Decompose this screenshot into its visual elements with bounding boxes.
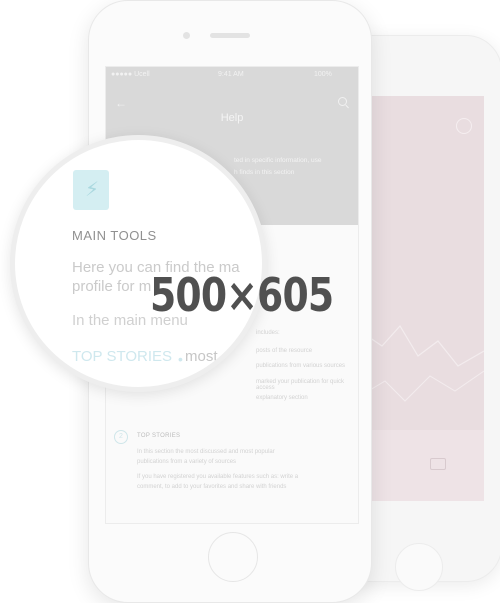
- carrier-label: ●●●●● Ucell: [111, 71, 150, 78]
- main-tools-title: MAIN TOOLS: [72, 228, 157, 243]
- arrow-left-icon[interactable]: ←: [115, 96, 127, 110]
- top-stories-label: TOP STORIES: [72, 348, 173, 365]
- section-line: comment, to add to your favorites and sh…: [137, 484, 287, 490]
- list-line: explanatory section: [256, 395, 308, 401]
- bolt-icon: ⚡: [85, 179, 100, 201]
- search-icon[interactable]: [338, 97, 347, 106]
- page-title: Help: [220, 112, 244, 124]
- step-circle-edge: [15, 168, 29, 194]
- step-number: 2: [114, 430, 128, 444]
- section-line: In this section the most discussed and m…: [137, 449, 275, 455]
- home-button[interactable]: [208, 532, 258, 582]
- section-line: publications from a variety of sources: [137, 459, 237, 465]
- section-line: If you have registered you available fea…: [137, 474, 299, 480]
- back-phone-home-button: [395, 543, 443, 591]
- front-camera: [183, 32, 190, 39]
- phone-speaker: [210, 33, 250, 38]
- back-phone-tabbar: [360, 430, 484, 501]
- most-label: most: [185, 348, 218, 365]
- list-line: marked your publication for quick access: [256, 379, 345, 391]
- gear-icon: [456, 118, 472, 134]
- tab-icon: [430, 458, 446, 470]
- status-bar: ●●●●● Ucell 9:41 AM 100%: [106, 67, 358, 83]
- status-time: 9:41 AM: [218, 71, 244, 78]
- battery-label: 100%: [314, 71, 332, 78]
- list-line: posts of the resource: [256, 348, 313, 354]
- dimensions-label: 500×605: [150, 268, 334, 322]
- list-line: publications from various sources: [256, 363, 346, 369]
- section-title: TOP STORIES: [137, 433, 181, 439]
- magnifier-lens: ⚡ MAIN TOOLS Here you can find the ma pr…: [10, 135, 267, 392]
- bullet-dot: •: [178, 351, 183, 367]
